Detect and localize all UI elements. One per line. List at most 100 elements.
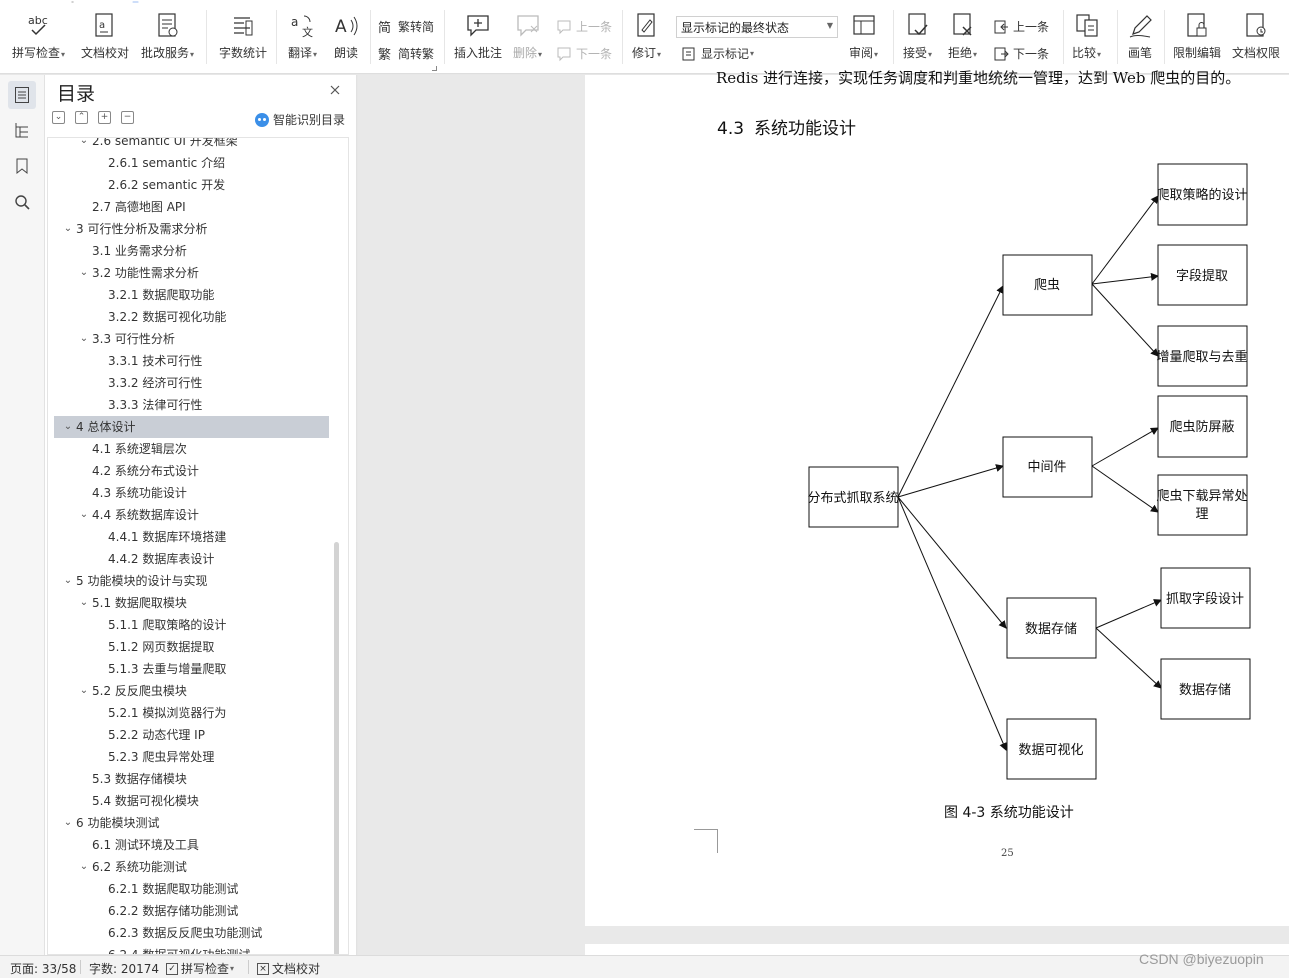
show-markup-button[interactable]: 显示标记 ▾: [681, 45, 754, 62]
toc-item[interactable]: ⌄ 6.2 系统功能测试: [48, 856, 348, 878]
doc-rights-button[interactable]: 文档权限: [1232, 12, 1280, 61]
next-change-button[interactable]: 下一条: [993, 45, 1049, 62]
toc-item-label: 5.1 数据爬取模块: [92, 596, 187, 610]
toc-item[interactable]: 5.2.3 爬虫异常处理: [48, 746, 348, 768]
toc-item[interactable]: 5.1.1 爬取策略的设计: [48, 614, 348, 636]
toc-item[interactable]: 5.2.2 动态代理 IP: [48, 724, 348, 746]
reject-button[interactable]: 拒绝▾: [948, 12, 977, 61]
review-pane-button[interactable]: 审阅▾: [849, 12, 878, 61]
chevron-down-icon[interactable]: ⌄: [78, 856, 90, 878]
toc-item[interactable]: ⌄ 5.1 数据爬取模块: [48, 592, 348, 614]
chevron-down-icon[interactable]: ⌄: [62, 218, 74, 240]
toc-item[interactable]: ⌄ 3 可行性分析及需求分析: [48, 218, 348, 240]
chevron-down-icon[interactable]: ⌄: [62, 570, 74, 592]
toc-item[interactable]: 2.7 高德地图 API: [48, 196, 348, 218]
collapse-down-icon[interactable]: ⌄: [52, 111, 65, 124]
toc-item[interactable]: 6.2.3 数据反反爬虫功能测试: [48, 922, 348, 944]
node-download-exception-label-1: 爬虫下载异常处: [1156, 489, 1247, 504]
status-doc-proof[interactable]: × 文档校对: [257, 960, 320, 977]
node-field-extract-label: 字段提取: [1176, 268, 1228, 284]
chevron-down-icon[interactable]: ⌄: [78, 328, 90, 350]
toc-item[interactable]: 3.3.2 经济可行性: [48, 372, 348, 394]
prev-change-button[interactable]: 上一条: [993, 18, 1049, 35]
toc-item[interactable]: 5.2.1 模拟浏览器行为: [48, 702, 348, 724]
word-count-button[interactable]: 字数统计: [219, 12, 267, 61]
translate-button[interactable]: a文 翻译▾: [288, 12, 317, 61]
toc-item-label: 5.2.1 模拟浏览器行为: [108, 706, 227, 720]
chevron-down-icon[interactable]: ⌄: [78, 592, 90, 614]
toc-item[interactable]: 6.1 测试环境及工具: [48, 834, 348, 856]
ai-toc-button[interactable]: 智能识别目录: [255, 111, 345, 128]
accept-icon: [905, 12, 931, 40]
revise-button[interactable]: 修订▾: [632, 12, 661, 61]
status-spell-check[interactable]: ✓ 拼写检查 ▾: [166, 960, 234, 977]
review-service-button[interactable]: 批改服务▾: [141, 12, 194, 61]
toc-item[interactable]: ⌄ 5 功能模块的设计与实现: [48, 570, 348, 592]
toc-item[interactable]: 2.6.2 semantic 开发: [48, 174, 348, 196]
toc-panel-button[interactable]: [8, 81, 36, 109]
toc-item[interactable]: 4.4.1 数据库环境搭建: [48, 526, 348, 548]
toc-item[interactable]: 6.2.4 数据可视化功能测试: [48, 944, 348, 954]
chevron-down-icon[interactable]: ⌄: [78, 138, 90, 152]
toc-item[interactable]: ⌄ 5.2 反反爬虫模块: [48, 680, 348, 702]
toc-item[interactable]: 4.2 系统分布式设计: [48, 460, 348, 482]
collapse-all-icon[interactable]: −: [121, 111, 134, 124]
toc-item[interactable]: 3.3.1 技术可行性: [48, 350, 348, 372]
read-aloud-button[interactable]: A 朗读: [333, 12, 359, 61]
pen-button[interactable]: 画笔: [1127, 12, 1153, 61]
delete-comment-button[interactable]: 删除▾: [513, 12, 542, 61]
toc-item[interactable]: 5.1.2 网页数据提取: [48, 636, 348, 658]
toc-item[interactable]: 5.3 数据存储模块: [48, 768, 348, 790]
chevron-down-icon[interactable]: ⌄: [78, 680, 90, 702]
doc-proof-icon: a: [92, 12, 118, 40]
svg-text:A: A: [335, 17, 347, 37]
bookmark-panel-button[interactable]: [8, 152, 36, 180]
node-anti-block-label: 爬虫防屏蔽: [1169, 419, 1234, 435]
toc-item[interactable]: 3.1 业务需求分析: [48, 240, 348, 262]
toc-item[interactable]: ⌄ 4.4 系统数据库设计: [48, 504, 348, 526]
toc-item[interactable]: 6.2.1 数据爬取功能测试: [48, 878, 348, 900]
page-indicator[interactable]: 页面: 33/58: [10, 960, 76, 977]
toc-item[interactable]: ⌄ 3.3 可行性分析: [48, 328, 348, 350]
chevron-down-icon[interactable]: ⌄: [62, 812, 74, 834]
collapse-up-icon[interactable]: ⌃: [75, 111, 88, 124]
close-icon[interactable]: [328, 83, 342, 97]
toc-item-label: 3.1 业务需求分析: [92, 244, 187, 258]
simp-to-trad-button[interactable]: 繁 简转繁: [378, 45, 434, 62]
toc-item[interactable]: 4.3 系统功能设计: [48, 482, 348, 504]
chevron-down-icon[interactable]: ⌄: [78, 504, 90, 526]
toc-item[interactable]: 6.2.2 数据存储功能测试: [48, 900, 348, 922]
toc-item[interactable]: 3.2.2 数据可视化功能: [48, 306, 348, 328]
toc-item[interactable]: 4.4.2 数据库表设计: [48, 548, 348, 570]
next-comment-button[interactable]: 下一条: [556, 45, 612, 62]
toc-item[interactable]: ⌄ 4 总体设计: [54, 416, 329, 438]
toc-item[interactable]: ⌄ 6 功能模块测试: [48, 812, 348, 834]
toc-item[interactable]: 4.1 系统逻辑层次: [48, 438, 348, 460]
toc-scrollbar[interactable]: [334, 542, 339, 954]
toc-item-label: 3.2 功能性需求分析: [92, 266, 199, 280]
node-incremental-dedup-label: 增量爬取与去重: [1156, 349, 1247, 365]
spell-check-button[interactable]: abc 拼写检查▾: [12, 12, 65, 61]
toc-item[interactable]: 3.2.1 数据爬取功能: [48, 284, 348, 306]
word-count-indicator[interactable]: 字数: 20174: [89, 960, 159, 977]
chevron-down-icon[interactable]: ⌄: [78, 262, 90, 284]
doc-proof-button[interactable]: a 文档校对: [81, 12, 129, 61]
expand-all-icon[interactable]: +: [98, 111, 111, 124]
toc-item[interactable]: 2.6.1 semantic 介绍: [48, 152, 348, 174]
trad-to-simp-button[interactable]: 简 繁转简: [378, 18, 434, 35]
toc-item[interactable]: 5.4 数据可视化模块: [48, 790, 348, 812]
outline-panel-button[interactable]: [8, 116, 36, 144]
compare-button[interactable]: 比较▾: [1072, 12, 1101, 61]
chevron-down-icon[interactable]: ⌄: [62, 416, 74, 438]
insert-comment-button[interactable]: 插入批注: [454, 12, 502, 61]
prev-comment-button[interactable]: 上一条: [556, 18, 612, 35]
markup-state-select[interactable]: 显示标记的最终状态 ▼: [676, 16, 838, 38]
restrict-edit-button[interactable]: 限制编辑: [1173, 12, 1221, 61]
toc-item-label: 5.2.2 动态代理 IP: [108, 728, 205, 742]
toc-item[interactable]: ⌄ 2.6 semantic UI 开发框架: [48, 138, 348, 152]
toc-item[interactable]: 3.3.3 法律可行性: [48, 394, 348, 416]
accept-button[interactable]: 接受▾: [903, 12, 932, 61]
toc-item[interactable]: ⌄ 3.2 功能性需求分析: [48, 262, 348, 284]
toc-item[interactable]: 5.1.3 去重与增量爬取: [48, 658, 348, 680]
search-panel-button[interactable]: [8, 188, 36, 216]
